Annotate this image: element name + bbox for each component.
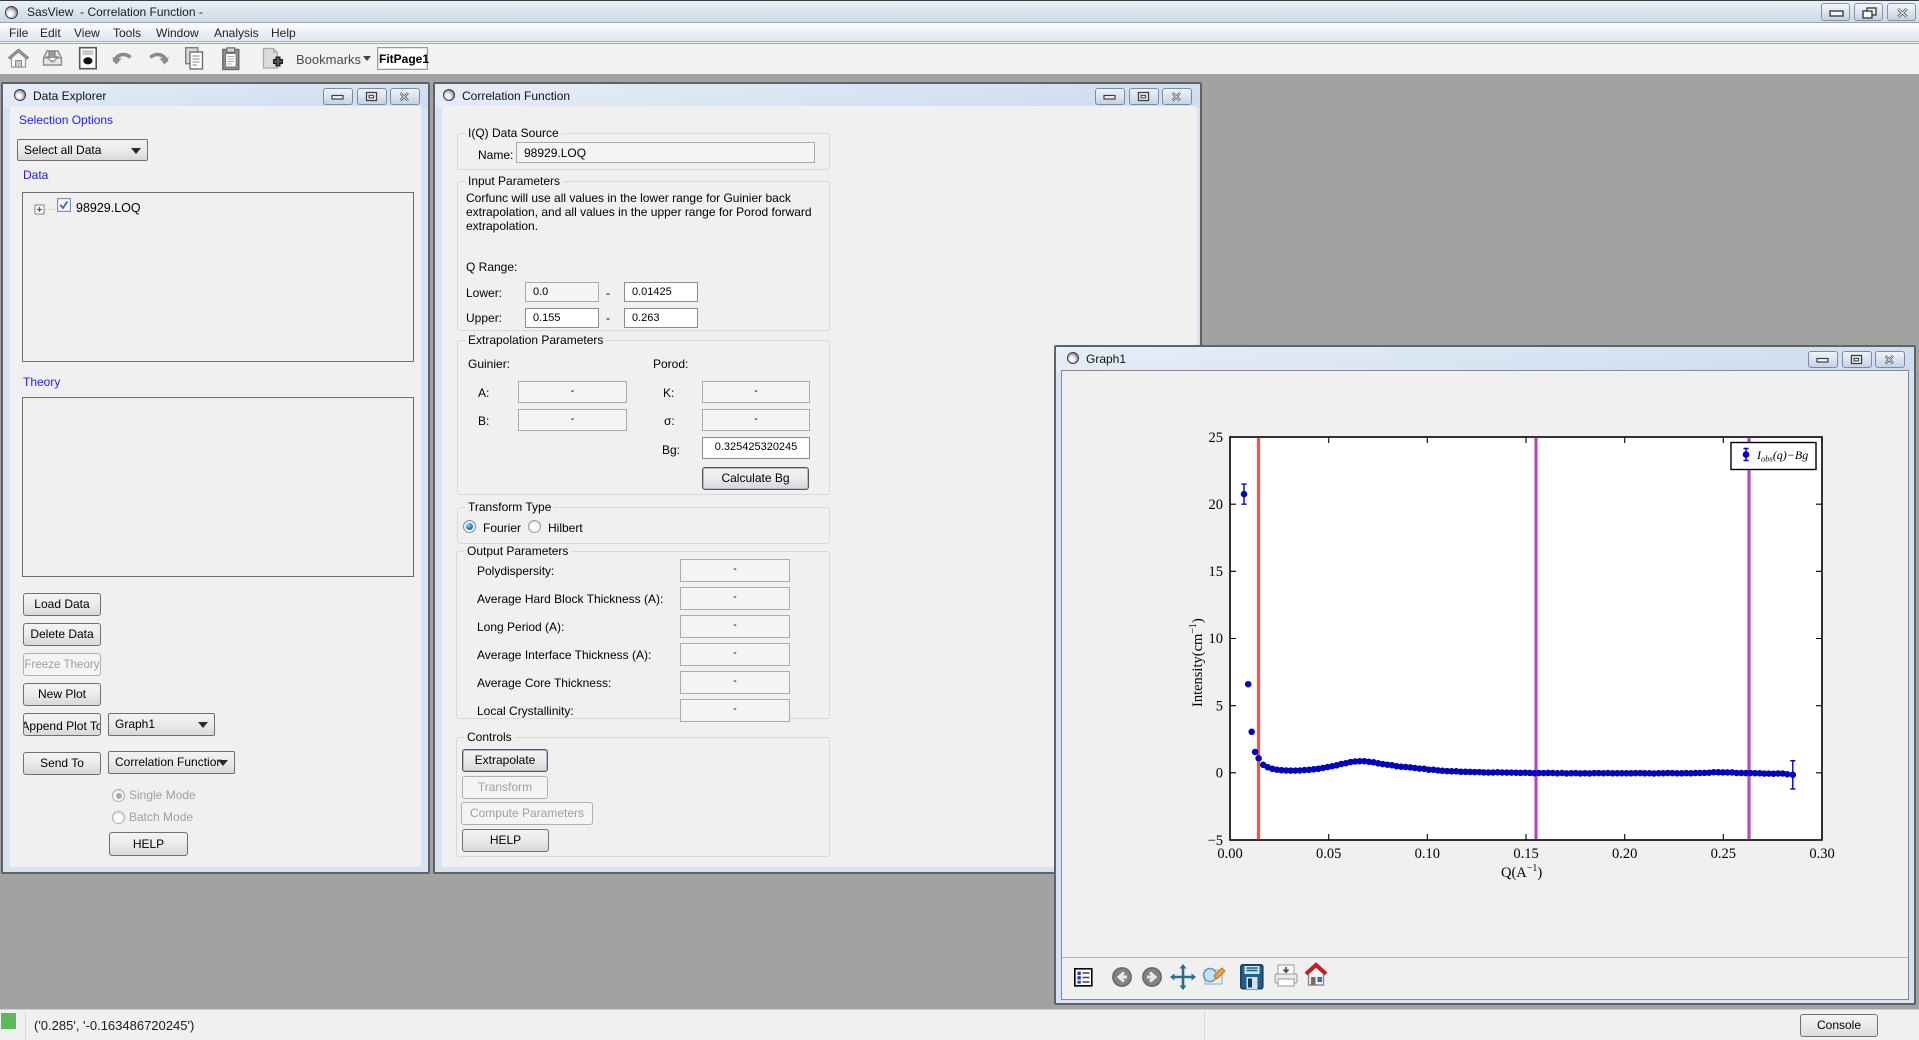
- svg-text:5: 5: [1216, 699, 1223, 715]
- svg-text:15: 15: [1209, 564, 1224, 580]
- svg-text:0.05: 0.05: [1316, 846, 1341, 862]
- svg-text:20: 20: [1209, 497, 1224, 513]
- svg-text:−5: −5: [1208, 833, 1223, 849]
- svg-text:0.20: 0.20: [1612, 846, 1637, 862]
- svg-text:0: 0: [1216, 766, 1223, 782]
- svg-text:10: 10: [1209, 631, 1224, 647]
- svg-text:Q(A−1): Q(A−1): [1501, 863, 1542, 881]
- svg-text:Intensity(cm−1): Intensity(cm−1): [1188, 618, 1206, 707]
- svg-text:25: 25: [1209, 430, 1224, 446]
- svg-text:0.25: 0.25: [1711, 846, 1736, 862]
- svg-text:0.10: 0.10: [1415, 846, 1440, 862]
- svg-text:0.15: 0.15: [1513, 846, 1538, 862]
- svg-text:0.30: 0.30: [1809, 846, 1834, 862]
